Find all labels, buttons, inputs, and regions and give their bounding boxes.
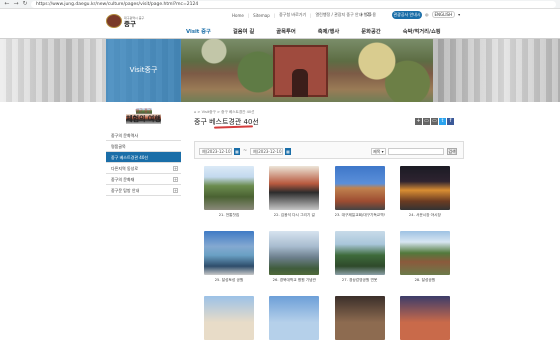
util-sitemap[interactable]: Sitemap	[253, 13, 270, 18]
calendar-icon[interactable]: ▦	[234, 148, 240, 155]
util-home[interactable]: Home	[232, 13, 244, 18]
site-header: 대구광역시 중구 중구 Home | Sitemap | 중구청 바로가기 | 열린행…	[0, 9, 560, 39]
gallery-thumbnail[interactable]	[269, 231, 320, 275]
content-area: ⌂ > Visit중구 > 중구 베스트경관 40선 중구 베스트경관 40선 …	[194, 102, 464, 340]
search-input[interactable]	[388, 148, 444, 155]
sidebar-menu: 중구의 문화역사 명품골목 중구 베스트경관 40선 다른지역 동성로 + 중구의…	[106, 130, 181, 196]
gallery-caption[interactable]: 22. 김광석 다시 그리기 길	[269, 213, 319, 218]
tourism-button[interactable]: 관광공사 안내시설	[392, 11, 422, 25]
gallery-thumbnail[interactable]	[334, 296, 385, 340]
sidebar-logo: 대구 중구 체험의 여행	[126, 108, 161, 124]
gallery-grid: 21. 전통찻집 22. 김광석 다시 그리기 길 23. 대구제일교회/대구기…	[194, 166, 464, 354]
gallery-thumbnail[interactable]	[204, 231, 254, 275]
gallery-thumbnail[interactable]	[399, 296, 450, 340]
gallery-thumbnail[interactable]	[334, 166, 385, 210]
sidebar-item-culture-history[interactable]: 중구의 문화역사	[106, 130, 181, 141]
print-icon[interactable]: ▭	[423, 118, 430, 125]
gallery-caption[interactable]: 21. 전통찻집	[204, 213, 254, 218]
gallery-item[interactable]: 22. 김광석 다시 그리기 길	[269, 166, 320, 224]
browser-bar: ← → ↻ https://www.jung.daegu.kr/new/cult…	[0, 0, 560, 9]
weather-temp: 25	[366, 12, 372, 17]
plus-icon[interactable]: +	[173, 177, 178, 182]
gallery-caption[interactable]: 24. 서문시장 야시장	[400, 213, 450, 218]
date-separator: ~	[243, 148, 248, 154]
gallery-thumbnail[interactable]	[399, 166, 450, 210]
gallery-item[interactable]: 28. 달성공원	[399, 231, 450, 289]
gallery-thumbnail[interactable]	[204, 296, 254, 340]
gallery-caption[interactable]: 23. 대구제일교회/대구기독교역사관	[335, 213, 385, 218]
gallery-item[interactable]: 24. 서문시장 야시장	[399, 166, 450, 224]
main-nav: Visit 중구 걸음여 길 골목투어 축제/행사 문화공간 숙박/먹거리/쇼핑	[186, 27, 463, 35]
gallery-caption[interactable]: 25. 달성토성 공원	[204, 278, 254, 283]
gallery-item[interactable]	[269, 296, 320, 354]
search-button[interactable]: 검색	[447, 148, 457, 155]
util-office[interactable]: 중구청 바로가기	[279, 12, 306, 18]
gallery-item[interactable]: 27. 경상감영공원 연못	[334, 231, 385, 289]
url-bar[interactable]: https://www.jung.daegu.kr/new/culture/pa…	[31, 0, 556, 8]
forward-icon[interactable]: →	[13, 1, 19, 7]
gallery-thumbnail[interactable]	[334, 231, 385, 275]
logo-emblem-icon	[106, 14, 122, 28]
gallery-caption[interactable]: 26. 경북대학교 병원 기념관	[269, 278, 319, 283]
lang-english[interactable]: ENGLISH	[431, 11, 456, 18]
calendar-icon[interactable]: ▦	[285, 148, 291, 155]
share-tools: + ▭ ▭ t f	[415, 118, 454, 125]
sidebar: 대구 중구 체험의 여행 중구의 문화역사 명품골목 중구 베스트경관 40선 …	[106, 102, 181, 297]
nav-visit[interactable]: Visit 중구	[186, 27, 211, 35]
logo-text: 대구광역시 중구 중구	[124, 16, 145, 28]
gallery-thumbnail[interactable]	[204, 166, 254, 210]
site-logo[interactable]: 대구광역시 중구 중구	[106, 12, 156, 30]
gallery-item[interactable]: 26. 경북대학교 병원 기념관	[269, 231, 320, 289]
date-to-input[interactable]: 예)2023-12-10	[250, 148, 283, 155]
back-icon[interactable]: ←	[4, 1, 10, 7]
reload-icon[interactable]: ↻	[22, 1, 28, 7]
gallery-thumbnail[interactable]	[399, 231, 450, 275]
nav-festival[interactable]: 축제/행사	[318, 27, 339, 35]
sidebar-item-alleys[interactable]: 명품골목	[106, 141, 181, 152]
globe-icon: ◎	[425, 12, 429, 17]
sidebar-item-tour-guide[interactable]: 중구문 탐방 안내 +	[106, 185, 181, 196]
gallery-item[interactable]: 23. 대구제일교회/대구기독교역사관	[334, 166, 385, 224]
sidebar-item-dongseongro[interactable]: 다른지역 동성로 +	[106, 163, 181, 174]
plus-icon[interactable]: +	[173, 166, 178, 171]
copy-icon[interactable]: ▭	[431, 118, 438, 125]
sidebar-item-best-views[interactable]: 중구 베스트경관 40선	[106, 152, 181, 163]
nav-stay-food[interactable]: 숙박/먹거리/쇼핑	[403, 27, 441, 35]
chevron-down-icon[interactable]: ▾	[458, 12, 460, 17]
breadcrumb: ⌂ > Visit중구 > 중구 베스트경관 40선	[194, 110, 255, 114]
gallery-item[interactable]: 25. 달성토성 공원	[204, 231, 254, 289]
plus-icon[interactable]: +	[173, 188, 178, 193]
expand-icon[interactable]: +	[415, 118, 422, 125]
hero-photo	[181, 39, 433, 102]
gallery-item[interactable]	[334, 296, 385, 354]
nav-alley-tour[interactable]: 골목투어	[276, 27, 296, 35]
gallery-thumbnail[interactable]	[269, 296, 320, 340]
gallery-item[interactable]	[399, 296, 450, 354]
language-switch: ◎ ENGLISH ▾	[425, 11, 460, 18]
nav-culture-space[interactable]: 문화공간	[361, 27, 381, 35]
gallery-item[interactable]	[204, 296, 254, 354]
date-from-input[interactable]: 예)2023-12-10	[199, 148, 232, 155]
sidebar-item-heritage[interactable]: 중구의 문화재 +	[106, 174, 181, 185]
gallery-item[interactable]: 21. 전통찻집	[204, 166, 254, 224]
search-type-select[interactable]: 제목 ▾	[371, 148, 386, 155]
weather-icon: ☀	[360, 12, 364, 17]
section-title: Visit중구	[106, 39, 181, 102]
gallery-thumbnail[interactable]	[269, 166, 320, 210]
twitter-icon[interactable]: t	[439, 118, 446, 125]
utility-links: Home | Sitemap | 중구청 바로가기 | 열린행정 / 관광지 중구 안…	[232, 12, 376, 18]
weather-widget: ☀ 25	[360, 12, 372, 17]
nav-walking-trail[interactable]: 걸음여 길	[233, 27, 254, 35]
title-highlight	[213, 125, 254, 129]
gallery-caption[interactable]: 27. 경상감영공원 연못	[335, 278, 385, 283]
facebook-icon[interactable]: f	[447, 118, 454, 125]
gallery-caption[interactable]: 28. 달성공원	[400, 278, 450, 283]
search-filter: 예)2023-12-10 ▦ ~ 예)2023-12-10 ▦ 제목 ▾ 검색	[194, 141, 464, 159]
